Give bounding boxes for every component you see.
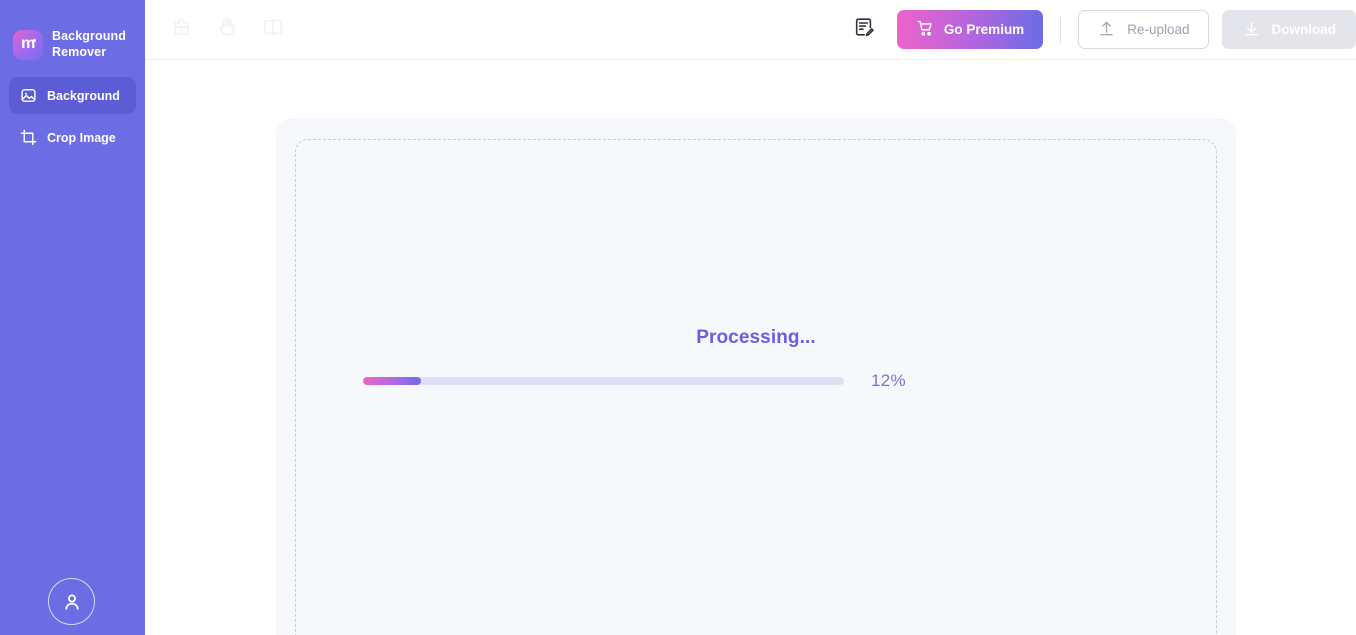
topbar: Go Premium Re-upload Download [145,0,1356,60]
logo-dot [33,38,36,42]
topbar-actions: Go Premium Re-upload Download [849,10,1356,49]
compare-split-icon [262,16,284,43]
processing-status-title: Processing... [696,327,816,348]
dropzone[interactable]: Processing... 12% By uploading an image … [295,139,1217,635]
download-arrow-icon [1242,19,1261,41]
sidebar-item-label: Background [47,88,120,103]
user-avatar-icon[interactable] [48,578,95,625]
tool-group [167,16,287,44]
download-button[interactable]: Download [1221,10,1356,49]
brand-title: Background Remover [52,28,126,59]
topbar-divider [1060,16,1062,43]
sidebar-item-background[interactable]: Background [9,77,136,114]
editor-card: Processing... 12% By uploading an image … [276,118,1236,635]
eraser-icon [171,17,192,43]
go-premium-button[interactable]: Go Premium [896,10,1044,49]
main-area: Go Premium Re-upload Download Processing… [145,0,1356,635]
processing-block: Processing... 12% [296,327,1216,391]
account-area [0,578,145,635]
pan-tool-button[interactable] [213,16,241,44]
sidebar-item-label: Crop Image [47,130,116,145]
app-root: m Background Remover Background Crop Ima… [0,0,1356,635]
image-icon [20,87,37,104]
sidebar-nav: Background Crop Image [0,77,145,156]
progress-bar-fill [363,377,421,385]
hand-icon [216,16,238,43]
go-premium-label: Go Premium [943,22,1025,37]
m-logo-icon: m [13,29,43,60]
re-upload-button[interactable]: Re-upload [1078,10,1209,49]
brand: m Background Remover [0,0,145,72]
sidebar-item-crop-image[interactable]: Crop Image [9,119,136,156]
eraser-tool-button[interactable] [167,16,195,44]
progress-bar [363,377,844,385]
sidebar: m Background Remover Background Crop Ima… [0,0,145,635]
canvas-area: Processing... 12% By uploading an image … [145,60,1356,635]
shopping-cart-icon [916,19,935,41]
progress-percent-label: 12% [871,371,906,390]
upload-arrow-icon [1097,19,1116,41]
re-upload-label: Re-upload [1127,22,1190,37]
download-label: Download [1271,22,1337,37]
compare-tool-button[interactable] [259,16,287,44]
feedback-note-icon [853,16,875,43]
feedback-button[interactable] [849,15,879,45]
progress-row: 12% [296,371,1216,391]
crop-icon [20,129,37,146]
